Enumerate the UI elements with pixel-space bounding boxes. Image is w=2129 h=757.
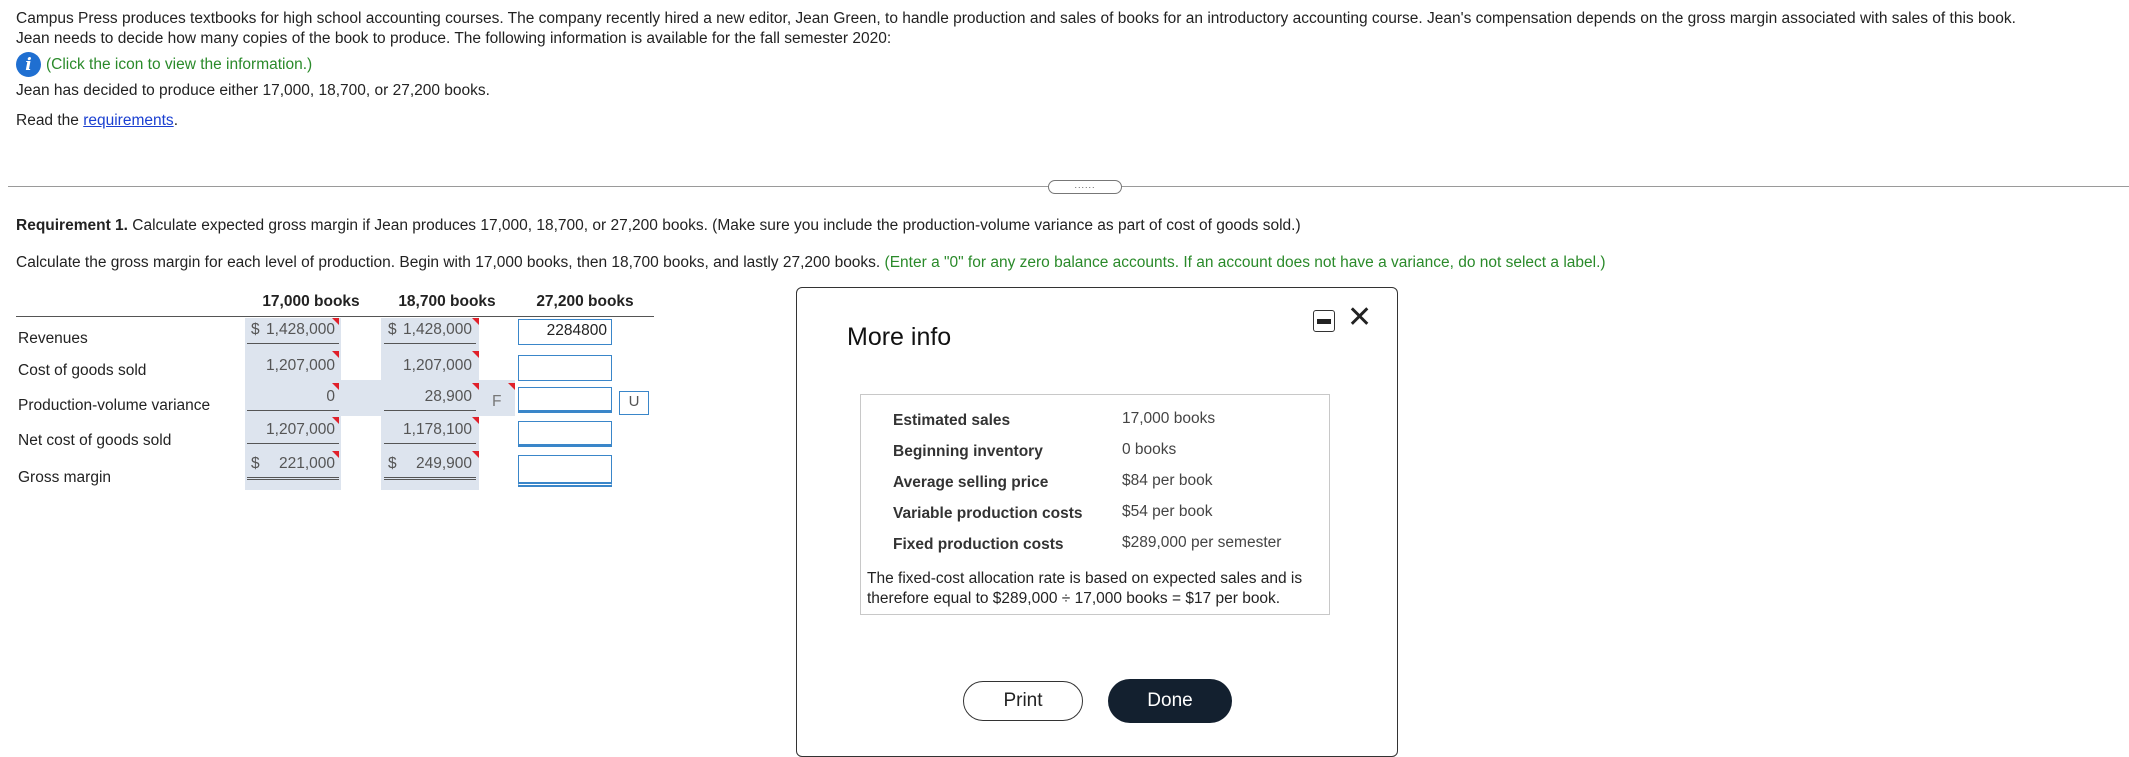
cell-18700-gross-margin[interactable]: $249,900	[384, 455, 476, 480]
label-fixed-production-costs: Fixed production costs	[893, 536, 1064, 553]
value-beginning-inventory: 0 books	[1122, 441, 1177, 458]
answer-marker	[472, 318, 479, 325]
label-estimated-sales: Estimated sales	[893, 412, 1011, 429]
requirements-link[interactable]: requirements	[83, 112, 173, 129]
requirement-label: Requirement 1.	[16, 217, 128, 234]
value: 1,428,000	[266, 321, 335, 338]
variance-label-favorable: F	[492, 393, 502, 410]
input-27200-gross-margin[interactable]	[518, 455, 612, 487]
allocation-note: The fixed-cost allocation rate is based …	[867, 570, 1303, 607]
answer-marker	[332, 383, 339, 390]
row-label-cogs: Cost of goods sold	[18, 362, 147, 379]
answer-marker	[332, 417, 339, 424]
read-prefix: Read the	[16, 112, 84, 129]
info-data-box: Estimated sales 17,000 books Beginning i…	[860, 394, 1330, 615]
info-icon[interactable]: i	[16, 52, 41, 77]
value-variable-production-costs: $54 per book	[1122, 503, 1213, 520]
answer-marker	[332, 451, 339, 458]
answer-marker	[472, 451, 479, 458]
problem-paragraph-line1: Campus Press produces textbooks for high…	[16, 10, 2016, 27]
input-27200-pvv[interactable]	[518, 387, 612, 413]
column-header-17000: 17,000 books	[262, 293, 360, 310]
divider-handle[interactable]: ......	[1048, 180, 1122, 194]
cell-17000-net-cogs[interactable]: 1,207,000	[247, 421, 339, 444]
read-suffix: .	[173, 112, 178, 129]
instruction-hint: (Enter a "0" for any zero balance accoun…	[880, 254, 1606, 271]
currency-symbol: $	[388, 455, 397, 472]
info-link-text: (Click the icon to view the information.…	[46, 55, 313, 73]
currency-symbol: $	[388, 321, 397, 338]
column-header-27200: 27,200 books	[536, 293, 634, 310]
cell-17000-revenues[interactable]: $1,428,000	[247, 321, 339, 344]
value: 221,000	[278, 455, 335, 472]
currency-symbol: $	[251, 321, 260, 338]
problem-statement: Campus Press produces textbooks for high…	[16, 9, 2116, 49]
row-label-net-cogs: Net cost of goods sold	[18, 432, 172, 449]
row-label-gross-margin: Gross margin	[18, 469, 112, 486]
input-27200-cogs[interactable]	[518, 355, 612, 381]
dialog-title: More info	[847, 323, 952, 351]
value-fixed-production-costs: $289,000 per semester	[1122, 534, 1282, 551]
variance-label-select[interactable]: U	[619, 391, 649, 415]
print-button[interactable]: Print	[963, 681, 1083, 721]
value-average-selling-price: $84 per book	[1122, 472, 1213, 489]
value: 249,900	[415, 455, 472, 472]
minimize-button[interactable]	[1313, 310, 1335, 332]
label-variable-production-costs: Variable production costs	[893, 505, 1083, 522]
cell-17000-pvv[interactable]: 0	[247, 388, 339, 411]
answer-marker	[332, 318, 339, 325]
decision-text: Jean has decided to produce either 17,00…	[16, 82, 490, 99]
value: 1,428,000	[403, 321, 472, 338]
answer-marker	[508, 383, 515, 390]
answer-marker	[332, 351, 339, 358]
requirement-text: Calculate expected gross margin if Jean …	[127, 217, 1301, 234]
label-beginning-inventory: Beginning inventory	[893, 443, 1043, 460]
requirement-instruction: Calculate the gross margin for each leve…	[16, 254, 1606, 272]
problem-paragraph-line2: Jean needs to decide how many copies of …	[16, 30, 892, 47]
answer-marker	[472, 417, 479, 424]
row-label-pvv: Production-volume variance	[18, 397, 211, 414]
input-27200-net-cogs[interactable]	[518, 421, 612, 447]
answer-marker	[472, 383, 479, 390]
label-cell-17000-pvv[interactable]	[340, 380, 382, 416]
cell-18700-revenues[interactable]: $1,428,000	[384, 321, 476, 344]
answer-marker	[472, 351, 479, 358]
column-header-18700: 18,700 books	[398, 293, 496, 310]
currency-symbol: $	[251, 455, 260, 472]
more-info-dialog: More info ✕ Estimated sales 17,000 books…	[796, 287, 1398, 757]
cell-18700-net-cogs[interactable]: 1,178,100	[384, 421, 476, 444]
cell-18700-pvv[interactable]: 28,900	[384, 388, 476, 411]
label-average-selling-price: Average selling price	[893, 474, 1049, 491]
cell-17000-cogs[interactable]: 1,207,000	[247, 357, 339, 380]
cell-18700-cogs[interactable]: 1,207,000	[384, 357, 476, 380]
instruction-text: Calculate the gross margin for each leve…	[16, 254, 881, 271]
read-requirements-line: Read the requirements.	[16, 112, 178, 130]
requirement-1: Requirement 1. Calculate expected gross …	[16, 217, 1301, 235]
minimize-icon	[1317, 318, 1331, 324]
cell-17000-gross-margin[interactable]: $221,000	[247, 455, 339, 480]
row-label-revenues: Revenues	[18, 330, 88, 347]
done-button[interactable]: Done	[1108, 679, 1232, 723]
info-row: i (Click the icon to view the informatio…	[16, 52, 312, 77]
input-27200-revenues[interactable]: 2284800	[518, 319, 612, 345]
close-icon[interactable]: ✕	[1347, 303, 1372, 333]
header-rule	[16, 316, 654, 317]
value-estimated-sales: 17,000 books	[1122, 410, 1216, 427]
